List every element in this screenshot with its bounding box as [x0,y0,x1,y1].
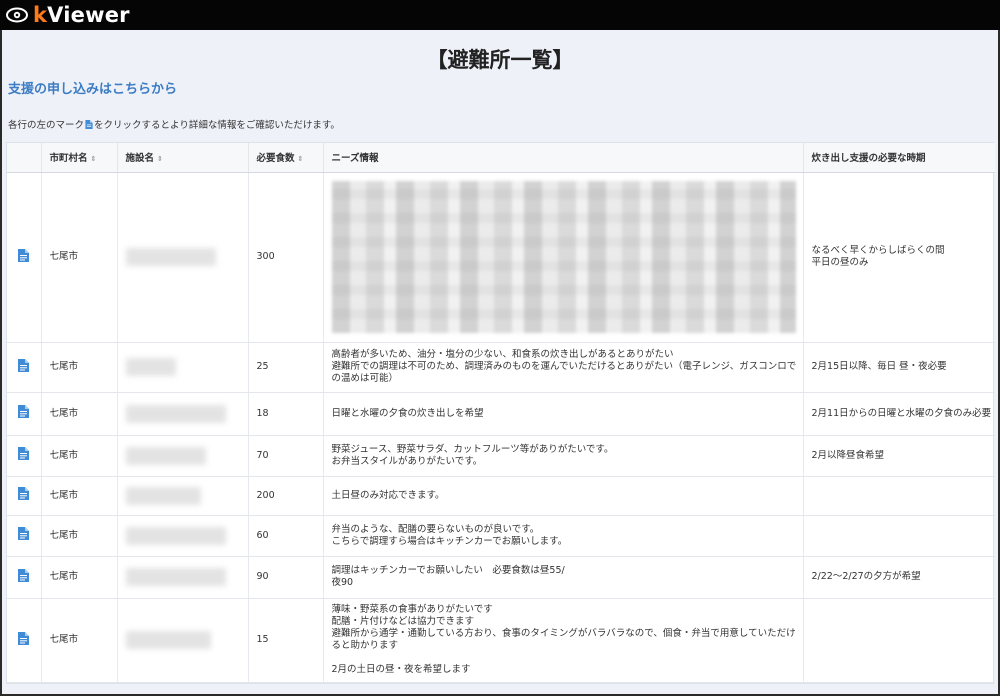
redacted-facility [125,404,226,423]
redacted-facility [125,248,216,266]
header-meals[interactable]: 必要食数 ⇕ [248,143,324,173]
needs-cell: 土日昼のみ対応できます。 [323,476,804,516]
support-link[interactable]: 支援の申し込みはこちらから [8,78,177,97]
facility-cell [117,476,249,516]
table-row: 七尾市 200 土日昼のみ対応できます。 [7,476,995,516]
city-cell: 七尾市 [41,392,118,436]
needs-cell: 野菜ジュース、野菜サラダ、カットフルーツ等がありがたいです。 お弁当スタイルがあ… [323,435,804,477]
meals-cell: 18 [248,392,324,436]
content-frame: 【避難所一覧】 支援の申し込みはこちらから 各行の左のマーク をクリックするとより… [0,30,1000,696]
table-header-row: 市町村名 ⇕ 施設名 ⇕ 必要食数 ⇕ ニーズ情報 炊き出し支援の必要な時期 [7,143,995,173]
header-city-label: 市町村名 [49,153,88,165]
document-icon [85,120,93,129]
header-city[interactable]: 市町村名 ⇕ [41,143,118,173]
needs-cell: 薄味・野菜系の食事がありがたいです 配膳・片付けなどは協力できます 避難所から通… [323,598,804,683]
meals-cell: 60 [248,515,324,557]
timing-cell: なるべく早くからしばらくの間 平日の昼のみ [803,172,995,343]
table-row: 七尾市 90 調理はキッチンカーでお願いしたい 必要食数は昼55/ 夜90 2/22～… [7,556,995,599]
sort-icon[interactable]: ⇕ [91,155,97,163]
meals-cell: 15 [248,598,324,683]
document-icon[interactable] [18,487,30,501]
timing-cell: 2月15日以降、毎日 昼・夜必要 [803,342,995,393]
table-row: 七尾市 15 薄味・野菜系の食事がありがたいです 配膳・片付けなどは協力できます 避… [7,598,995,683]
meals-cell: 70 [248,435,324,477]
row-detail-cell [7,476,42,516]
table-row: 七尾市 300 なるべく早くからしばらくの間 平日の昼のみ [7,172,995,343]
city-cell: 七尾市 [41,342,118,393]
facility-cell [117,598,249,683]
timing-cell: 2月11日からの日曜と水曜の夕食のみ必要 [803,392,995,436]
facility-cell [117,556,249,599]
needs-cell: 弁当のような、配膳の要らないものが良いです。 こちらで調理すら場合はキッチンカー… [323,515,804,557]
document-icon[interactable] [18,568,30,582]
table-row: 七尾市 70 野菜ジュース、野菜サラダ、カットフルーツ等がありがたいです。 お弁当ス… [7,435,995,477]
row-detail-cell [7,392,42,436]
sort-icon[interactable]: ⇕ [298,155,304,163]
city-cell: 七尾市 [41,172,118,343]
row-detail-cell [7,515,42,557]
meals-cell: 25 [248,342,324,393]
redacted-facility [125,526,226,545]
city-cell: 七尾市 [41,598,118,683]
row-detail-cell [7,172,42,343]
table-row: 七尾市 25 高齢者が多いため、油分・塩分の少ない、和食系の炊き出しがあるとありがた… [7,342,995,393]
row-detail-cell [7,598,42,683]
logo-k: k [33,3,48,27]
timing-cell [803,515,995,557]
table-row: 七尾市 18 日曜と水曜の夕食の炊き出しを希望 2月11日からの日曜と水曜の夕食のみ必… [7,392,995,436]
redacted-needs [331,181,796,333]
page-title: 【避難所一覧】 [426,48,574,72]
facility-cell [117,435,249,477]
app-logo[interactable]: kViewer [33,3,130,27]
city-cell: 七尾市 [41,435,118,477]
facility-cell [117,172,249,343]
city-cell: 七尾市 [41,556,118,599]
logo-rest: Viewer [47,3,130,27]
header-needs: ニーズ情報 [323,143,804,173]
table-row: 七尾市 60 弁当のような、配膳の要らないものが良いです。 こちらで調理すら場合はキ… [7,515,995,557]
redacted-facility [125,568,226,586]
needs-cell: 日曜と水曜の夕食の炊き出しを希望 [323,392,804,436]
header-facility-label: 施設名 [125,153,155,165]
meals-cell: 300 [248,172,324,343]
header-timing: 炊き出し支援の必要な時期 [803,143,995,173]
redacted-facility [125,486,201,505]
row-detail-cell [7,342,42,393]
app-header: kViewer [0,0,1000,30]
row-detail-cell [7,435,42,477]
document-icon[interactable] [18,631,30,645]
redacted-facility [125,446,206,465]
facility-cell [117,515,249,557]
meals-cell: 90 [248,556,324,599]
meals-cell: 200 [248,476,324,516]
sort-icon[interactable]: ⇕ [157,155,163,163]
instruction-after: をクリックするとより詳細な情報をご確認いただけます。 [94,120,340,131]
document-icon[interactable] [18,447,30,461]
needs-cell: 調理はキッチンカーでお願いしたい 必要食数は昼55/ 夜90 [323,556,804,599]
document-icon[interactable] [18,527,30,541]
city-cell: 七尾市 [41,515,118,557]
document-icon[interactable] [18,358,30,372]
document-icon[interactable] [18,248,30,262]
header-facility[interactable]: 施設名 ⇕ [117,143,249,173]
needs-cell [323,172,804,343]
row-detail-cell [7,556,42,599]
timing-cell [803,598,995,683]
redacted-facility [125,631,211,649]
instruction-before: 各行の左のマーク [8,120,85,131]
shelter-table: 市町村名 ⇕ 施設名 ⇕ 必要食数 ⇕ ニーズ情報 炊き出し支援の必要な時期 七尾市 3… [6,142,995,684]
facility-cell [117,342,249,393]
timing-cell [803,476,995,516]
header-icon-col [7,143,42,173]
timing-cell: 2月以降昼食希望 [803,435,995,477]
timing-cell: 2/22～2/27の夕方が希望 [803,556,995,599]
instruction-text: 各行の左のマーク をクリックするとより詳細な情報をご確認いただけます。 [8,117,340,131]
document-icon[interactable] [18,405,30,419]
eye-icon [6,7,28,23]
facility-cell [117,392,249,436]
needs-cell: 高齢者が多いため、油分・塩分の少ない、和食系の炊き出しがあるとありがたい 避難所… [323,342,804,393]
city-cell: 七尾市 [41,476,118,516]
header-meals-label: 必要食数 [256,153,295,165]
redacted-facility [125,358,176,376]
